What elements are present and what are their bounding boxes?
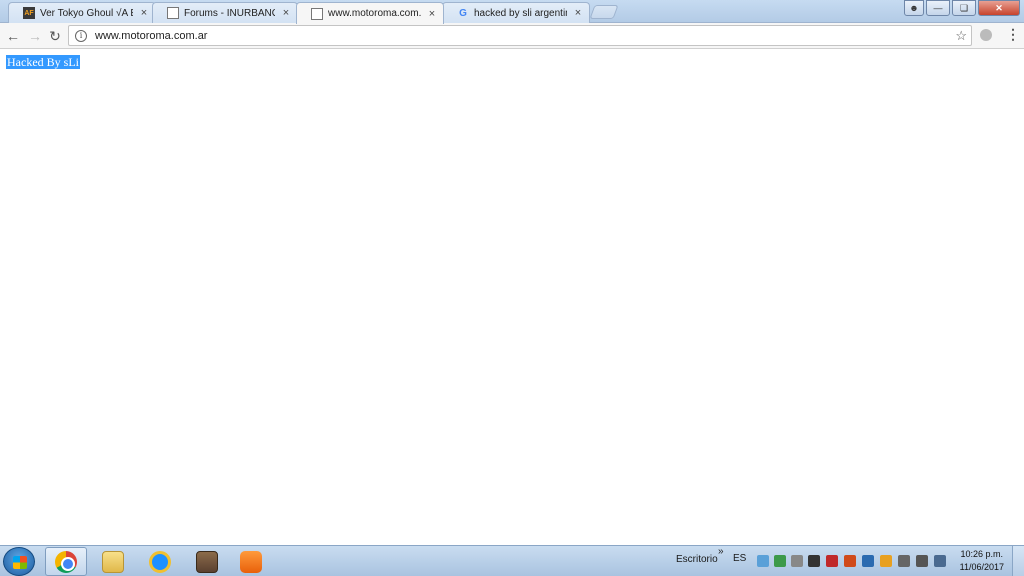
chrome-menu-icon[interactable]: ⋮ — [1006, 26, 1020, 43]
bookmark-star-icon[interactable]: ☆ — [955, 28, 967, 44]
folder-icon — [102, 550, 124, 573]
user-icon[interactable]: ☻ — [904, 0, 924, 16]
tab-title: Ver Tokyo Ghoul √A Epis — [40, 7, 133, 19]
close-window-button[interactable]: ✕ — [978, 0, 1020, 16]
page-favicon-icon — [167, 7, 179, 19]
tab-forums-inurbanos[interactable]: Forums - INURBANOS: G × — [152, 2, 298, 23]
internet-explorer-icon — [149, 550, 171, 573]
network-tray-icon[interactable] — [757, 555, 769, 567]
taskbar-ie[interactable] — [139, 547, 181, 576]
back-button[interactable]: ← — [4, 27, 22, 45]
reload-button[interactable]: ↻ — [46, 27, 64, 45]
toolbar-chevron-icon[interactable]: » — [718, 546, 724, 557]
browser-toolbar: ← → ↻ i www.motoroma.com.ar ☆ ⋮ — [0, 23, 1024, 49]
taskbar-explorer[interactable] — [92, 547, 134, 576]
media-player-icon — [240, 550, 262, 573]
windows-logo-icon — [13, 556, 27, 569]
tab-title: www.motoroma.com.ar — [328, 8, 421, 19]
hacked-message: Hacked By sLi — [6, 55, 80, 69]
window-controls: ☻ — ❏ ✕ — [904, 0, 1020, 16]
tab-close-icon[interactable]: × — [139, 7, 149, 19]
tab-google-search[interactable]: G hacked by sli argentina - × — [442, 2, 590, 23]
maximize-button[interactable]: ❏ — [952, 0, 976, 16]
tab-strip: AF Ver Tokyo Ghoul √A Epis × Forums - IN… — [0, 0, 1024, 24]
url-text[interactable]: www.motoroma.com.ar — [95, 30, 207, 42]
desktop-toolbar-label[interactable]: Escritorio — [676, 554, 718, 565]
clock-date: 11/06/2017 — [959, 562, 1004, 572]
tab-close-icon[interactable]: × — [573, 7, 583, 19]
page-favicon-icon — [311, 7, 323, 20]
tab-close-icon[interactable]: × — [281, 7, 291, 19]
archive-icon — [196, 550, 218, 573]
acrobat-tray-icon[interactable] — [826, 555, 838, 567]
volume-tray-icon[interactable] — [934, 555, 946, 567]
tab-motoroma[interactable]: www.motoroma.com.ar × — [296, 2, 444, 24]
site-info-icon[interactable]: i — [75, 29, 87, 42]
language-indicator[interactable]: ES — [733, 553, 746, 564]
animeflv-favicon-icon: AF — [23, 7, 35, 19]
show-desktop-button[interactable] — [1012, 546, 1024, 576]
speaker-alert-tray-icon[interactable] — [844, 555, 856, 567]
clock-time: 10:26 p.m. — [960, 549, 1004, 559]
page-content: Hacked By sLi — [0, 50, 1024, 545]
shield-tray-icon[interactable] — [880, 555, 892, 567]
start-button[interactable] — [3, 547, 35, 576]
forward-button[interactable]: → — [26, 27, 44, 45]
chrome-icon — [55, 550, 77, 573]
windows-taskbar: Escritorio » ES 10:26 p.m. 11/06/2017 — [0, 545, 1024, 576]
signal-tray-icon[interactable] — [791, 555, 803, 567]
address-bar[interactable]: i www.motoroma.com.ar ☆ — [68, 25, 972, 46]
display-tray-icon[interactable] — [808, 555, 820, 567]
tab-title: hacked by sli argentina - — [474, 7, 567, 19]
system-clock[interactable]: 10:26 p.m. 11/06/2017 — [960, 548, 1004, 574]
tab-title: Forums - INURBANOS: G — [184, 7, 275, 19]
tab-close-icon[interactable]: × — [427, 8, 437, 20]
new-tab-button[interactable] — [589, 5, 619, 19]
security-tray-icon[interactable] — [862, 555, 874, 567]
google-favicon-icon: G — [459, 7, 467, 19]
extension-icon[interactable] — [980, 29, 992, 41]
taskbar-chrome[interactable] — [45, 547, 87, 576]
action-center-flag-icon[interactable] — [898, 555, 910, 567]
device-tray-icon[interactable] — [916, 555, 928, 567]
minimize-button[interactable]: — — [926, 0, 950, 16]
update-tray-icon[interactable] — [774, 555, 786, 567]
taskbar-archive[interactable] — [186, 547, 228, 576]
taskbar-media-player[interactable] — [230, 547, 272, 576]
tab-tokyo-ghoul[interactable]: AF Ver Tokyo Ghoul √A Epis × — [8, 2, 156, 23]
